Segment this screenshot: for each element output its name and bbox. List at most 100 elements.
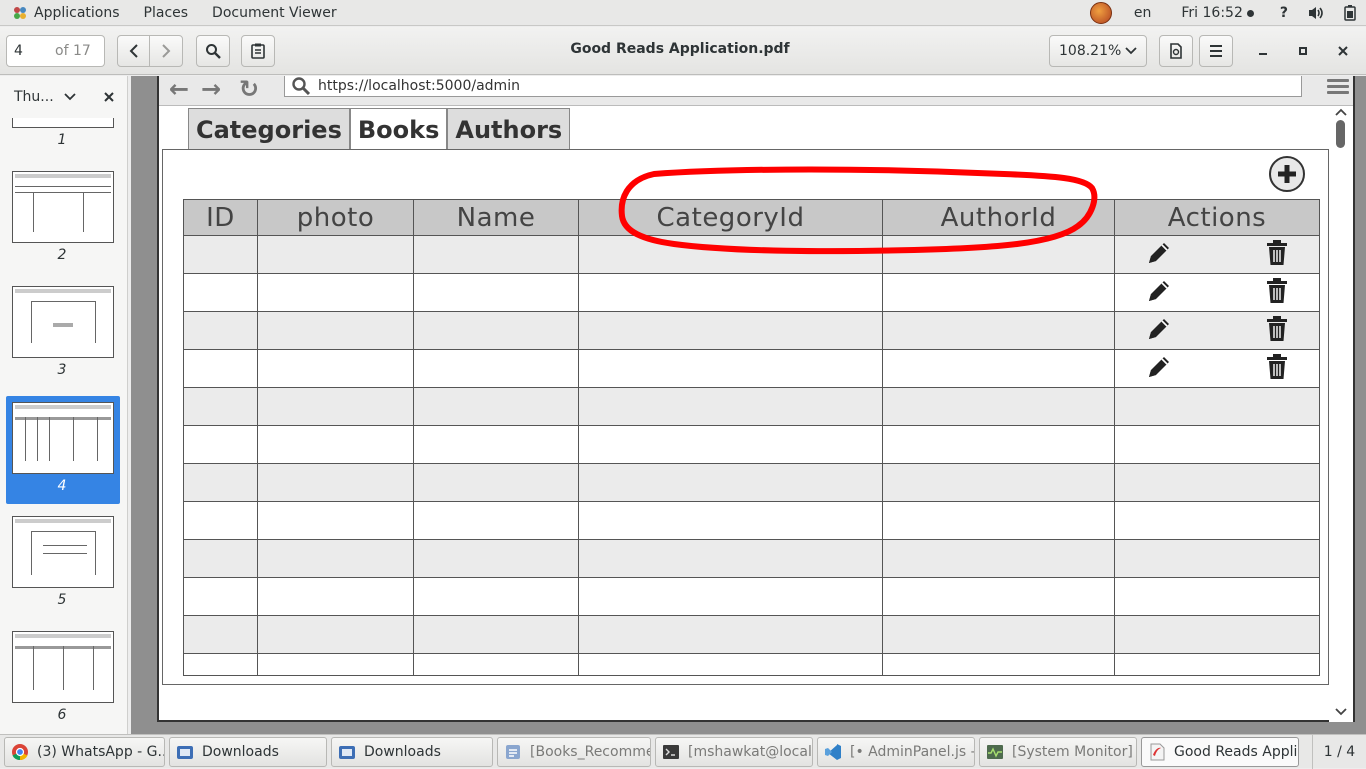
close-button[interactable] bbox=[1333, 41, 1353, 61]
table-cell bbox=[183, 387, 258, 426]
mockup-tabs: Categories Books Authors bbox=[188, 108, 571, 150]
workspace-switcher[interactable]: 1 / 4 bbox=[1312, 735, 1366, 769]
table-cell bbox=[1114, 539, 1320, 578]
table-cell bbox=[183, 235, 258, 274]
zoom-dropdown[interactable]: 108.21% bbox=[1049, 35, 1147, 67]
maximize-button[interactable] bbox=[1293, 41, 1313, 61]
search-button[interactable] bbox=[196, 35, 230, 67]
thumbnail-number-2: 2 bbox=[57, 247, 67, 263]
language-indicator[interactable]: en bbox=[1122, 5, 1172, 21]
table-row bbox=[183, 463, 1320, 502]
table-cell bbox=[413, 387, 579, 426]
delete-trash-icon bbox=[1265, 353, 1289, 385]
table-cell bbox=[183, 273, 258, 312]
app-menu[interactable]: Document Viewer bbox=[200, 0, 349, 26]
menu-button[interactable] bbox=[1199, 35, 1233, 67]
previous-page-button[interactable] bbox=[117, 35, 150, 67]
table-cell bbox=[1114, 615, 1320, 654]
help-icon[interactable]: ? bbox=[1270, 5, 1298, 21]
row-actions bbox=[1115, 277, 1319, 309]
delete-trash-icon bbox=[1265, 277, 1289, 309]
column-header-actions: Actions bbox=[1114, 199, 1320, 236]
open-with-button[interactable] bbox=[1159, 35, 1193, 67]
table-row bbox=[183, 425, 1320, 464]
close-sidebar-icon[interactable] bbox=[104, 92, 114, 102]
table-cell bbox=[578, 349, 883, 388]
system-monitor-icon bbox=[987, 744, 1003, 759]
add-book-icon bbox=[1269, 156, 1305, 192]
table-row bbox=[183, 311, 1320, 350]
table-cell bbox=[413, 539, 579, 578]
page-number-input[interactable]: 4 bbox=[6, 35, 49, 67]
table-cell bbox=[257, 539, 414, 578]
volume-icon[interactable] bbox=[1298, 6, 1334, 20]
table-cell bbox=[257, 425, 414, 464]
mockup-scroll-thumb bbox=[1336, 120, 1345, 148]
books-table: ID photo Name CategoryId AuthorId Action… bbox=[183, 199, 1320, 676]
tab-categories: Categories bbox=[188, 108, 350, 150]
task-downloads-1[interactable]: Downloads bbox=[169, 736, 327, 767]
gnome-foot-icon bbox=[12, 5, 28, 21]
page-thumbnail-3[interactable] bbox=[12, 286, 114, 358]
reload-icon: ↻ bbox=[239, 76, 260, 103]
minimize-icon bbox=[1259, 53, 1267, 55]
table-cell bbox=[1114, 235, 1320, 274]
task-label: (3) WhatsApp - G... bbox=[37, 743, 165, 760]
page-thumbnail-5[interactable] bbox=[12, 516, 114, 588]
task-whatsapp[interactable]: (3) WhatsApp - G... bbox=[4, 736, 165, 767]
table-cell bbox=[257, 615, 414, 654]
task-good-reads-pdf[interactable]: Good Reads Applic... bbox=[1141, 736, 1299, 767]
chevron-right-icon bbox=[162, 44, 171, 58]
mockup-browser-bar: ← → ↻ https://localhost:5000/admin bbox=[159, 76, 1353, 106]
annotations-button[interactable] bbox=[241, 35, 275, 67]
table-cell bbox=[413, 349, 579, 388]
table-cell bbox=[183, 539, 258, 578]
table-cell bbox=[1114, 577, 1320, 616]
minimize-button[interactable] bbox=[1253, 41, 1273, 61]
table-cell bbox=[882, 653, 1115, 676]
pdf-page: ← → ↻ https://localhost:5000/admin Categ… bbox=[157, 76, 1355, 722]
file-manager-icon bbox=[506, 744, 520, 759]
page-thumbnail-2[interactable] bbox=[12, 171, 114, 243]
next-page-button[interactable] bbox=[149, 35, 183, 67]
top-panel: Applications Places Document Viewer en F… bbox=[0, 0, 1366, 26]
page-thumbnail-4[interactable] bbox=[12, 402, 114, 474]
table-cell bbox=[413, 273, 579, 312]
clock-text: Fri 16:52 bbox=[1181, 5, 1243, 21]
task-vscode[interactable]: [• AdminPanel.js - ... bbox=[817, 736, 975, 767]
edit-pencil-icon bbox=[1145, 353, 1173, 385]
clock[interactable]: Fri 16:52 bbox=[1171, 5, 1269, 21]
table-cell bbox=[578, 463, 883, 502]
table-cell bbox=[578, 615, 883, 654]
tab-books: Books bbox=[349, 108, 448, 150]
places-label: Places bbox=[143, 4, 189, 21]
task-terminal[interactable]: [mshawkat@localh... bbox=[655, 736, 813, 767]
maximize-icon bbox=[1299, 47, 1307, 55]
table-row bbox=[183, 349, 1320, 388]
places-menu[interactable]: Places bbox=[132, 0, 201, 26]
column-header-photo: photo bbox=[257, 199, 414, 236]
row-actions bbox=[1115, 315, 1319, 347]
tray-avatar[interactable] bbox=[1080, 2, 1122, 24]
task-downloads-2[interactable]: Downloads bbox=[331, 736, 493, 767]
forward-arrow-icon: → bbox=[201, 76, 222, 103]
page-thumbnail-1[interactable] bbox=[12, 118, 114, 128]
table-cell bbox=[257, 349, 414, 388]
document-view[interactable]: ← → ↻ https://localhost:5000/admin Categ… bbox=[131, 76, 1366, 734]
applications-menu[interactable]: Applications bbox=[0, 0, 132, 26]
document-viewer-headerbar: 4 of 17 Good Reads Application.pdf 108.2… bbox=[0, 27, 1366, 75]
sidebar-mode-dropdown[interactable]: Thu... bbox=[0, 76, 127, 118]
table-cell bbox=[578, 425, 883, 464]
task-books-recommender[interactable]: [Books_Recomme... bbox=[497, 736, 651, 767]
document-open-icon bbox=[1170, 43, 1182, 59]
page-thumbnail-6[interactable] bbox=[12, 631, 114, 703]
battery-icon[interactable] bbox=[1334, 5, 1366, 21]
thumbnail-number-1: 1 bbox=[57, 132, 67, 148]
chevron-down-icon bbox=[64, 93, 76, 101]
table-cell bbox=[413, 235, 579, 274]
table-cell bbox=[578, 539, 883, 578]
task-system-monitor[interactable]: [System Monitor] bbox=[979, 736, 1137, 767]
table-cell bbox=[882, 577, 1115, 616]
table-cell bbox=[1114, 653, 1320, 676]
task-label: Downloads bbox=[364, 743, 441, 760]
